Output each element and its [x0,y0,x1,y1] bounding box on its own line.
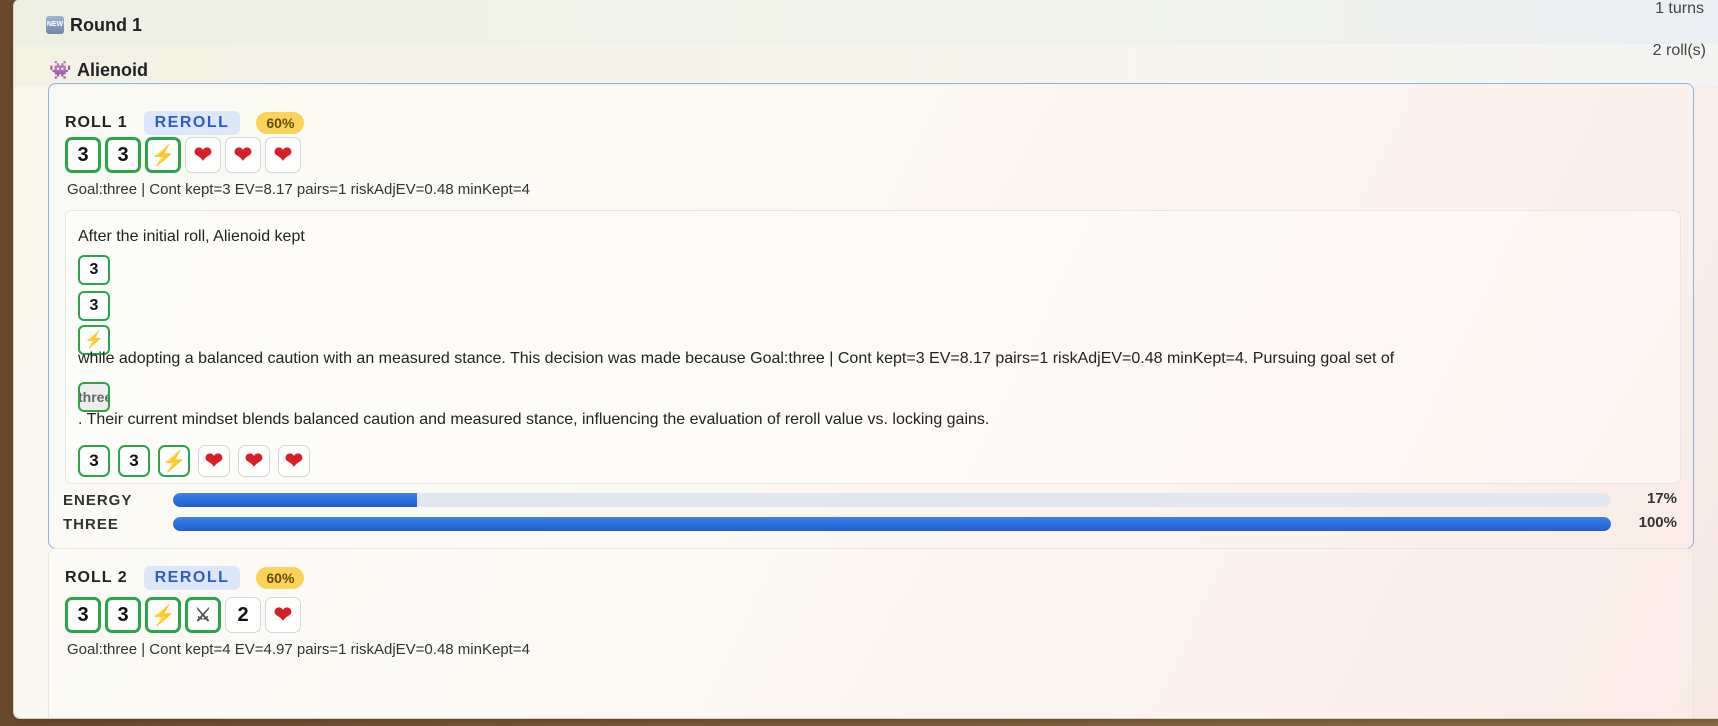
roll-label: ROLL 1 [65,114,128,131]
round-header[interactable]: NEW Round 1 1 turns [14,0,1718,45]
energy-meter: ENERGY 17% [63,490,1681,510]
dice-row: 3 3 ⚡ ⚔ 2 ❤ [65,597,301,633]
game-log-window: NEW Round 1 1 turns 👾 Alienoid 2 roll(s)… [14,0,1718,718]
die-energy[interactable]: ⚡ [158,445,190,477]
narrative-kept-die: 3 [78,255,110,285]
heart-icon: ❤ [233,142,253,167]
heart-icon: ❤ [204,448,224,473]
meter-value: 17% [1646,490,1677,507]
die-heart[interactable]: ❤ [265,137,301,173]
die-heart[interactable]: ❤ [278,445,310,477]
narrative-middle: while adopting a balanced caution with a… [78,350,1395,367]
roll-title-row: ROLL 1 REROLL 60% [65,110,305,136]
roll-title-row: ROLL 2 REROLL 60% [65,565,305,591]
die-heart[interactable]: ❤ [185,137,221,173]
die-number[interactable]: 2 [225,597,261,633]
turns-count: 1 turns [1655,0,1704,17]
die-energy[interactable]: ⚡ [145,597,181,633]
meter-fill [173,493,418,507]
meter-fill [173,517,1611,531]
narrative-dice-row: 3 3 ⚡ ❤ ❤ ❤ [78,445,310,477]
heart-icon: ❤ [244,448,264,473]
die-number[interactable]: 3 [78,445,110,477]
heart-icon: ❤ [193,142,213,167]
die-heart[interactable]: ❤ [198,445,230,477]
die-claw[interactable]: ⚔ [185,597,221,633]
rolls-count: 2 roll(s) [1652,42,1706,59]
roll-card-1: ROLL 1 REROLL 60% 3 3 ⚡ ❤ ❤ ❤ Goal:three | Co… [48,83,1694,549]
claw-icon: ⚔ [194,604,212,625]
meter-value: 100% [1638,514,1677,531]
narrative-intro: After the initial roll, Alienoid kept [78,228,305,245]
three-meter: THREE 100% [63,514,1681,534]
die-energy[interactable]: ⚡ [145,137,181,173]
die-number[interactable]: 3 [65,597,101,633]
die-heart[interactable]: ❤ [238,445,270,477]
die-number[interactable]: 3 [65,137,101,173]
heart-icon: ❤ [284,448,304,473]
player-name: Alienoid [77,60,148,80]
roll-narrative: After the initial roll, Alienoid kept 3 … [65,210,1681,484]
lightning-bolt-icon: ⚡ [150,604,176,627]
die-number[interactable]: 3 [118,445,150,477]
lightning-bolt-icon: ⚡ [161,450,187,473]
die-heart[interactable]: ❤ [225,137,261,173]
lightning-bolt-icon: ⚡ [150,144,176,167]
die-number[interactable]: 3 [105,597,141,633]
reroll-badge: REROLL [143,566,241,590]
player-header[interactable]: 👾 Alienoid 2 roll(s) [14,42,1718,86]
die-heart[interactable]: ❤ [265,597,301,633]
narrative-end: . Their current mindset blends balanced … [78,411,990,428]
meter-track [173,493,1611,507]
percent-badge: 60% [256,567,305,589]
meter-track [173,517,1611,531]
round-title: Round 1 [70,15,142,35]
goal-chip: three [78,382,110,412]
roll-label: ROLL 2 [65,569,128,586]
die-number[interactable]: 3 [105,137,141,173]
heart-icon: ❤ [273,142,293,167]
meter-label: THREE [63,516,119,533]
dice-row: 3 3 ⚡ ❤ ❤ ❤ [65,137,301,173]
reroll-badge: REROLL [143,111,241,135]
roll-stats: Goal:three | Cont kept=4 EV=4.97 pairs=1… [67,641,530,658]
percent-badge: 60% [256,112,305,134]
meter-label: ENERGY [63,492,133,509]
alien-monster-icon: 👾 [49,60,72,80]
new-badge-icon: NEW [46,16,64,34]
narrative-kept-die: 3 [78,291,110,321]
heart-icon: ❤ [273,602,293,627]
roll-card-2: ROLL 2 REROLL 60% 3 3 ⚡ ⚔ 2 ❤ Goal:three | Co… [48,548,1694,718]
roll-stats: Goal:three | Cont kept=3 EV=8.17 pairs=1… [67,181,530,198]
